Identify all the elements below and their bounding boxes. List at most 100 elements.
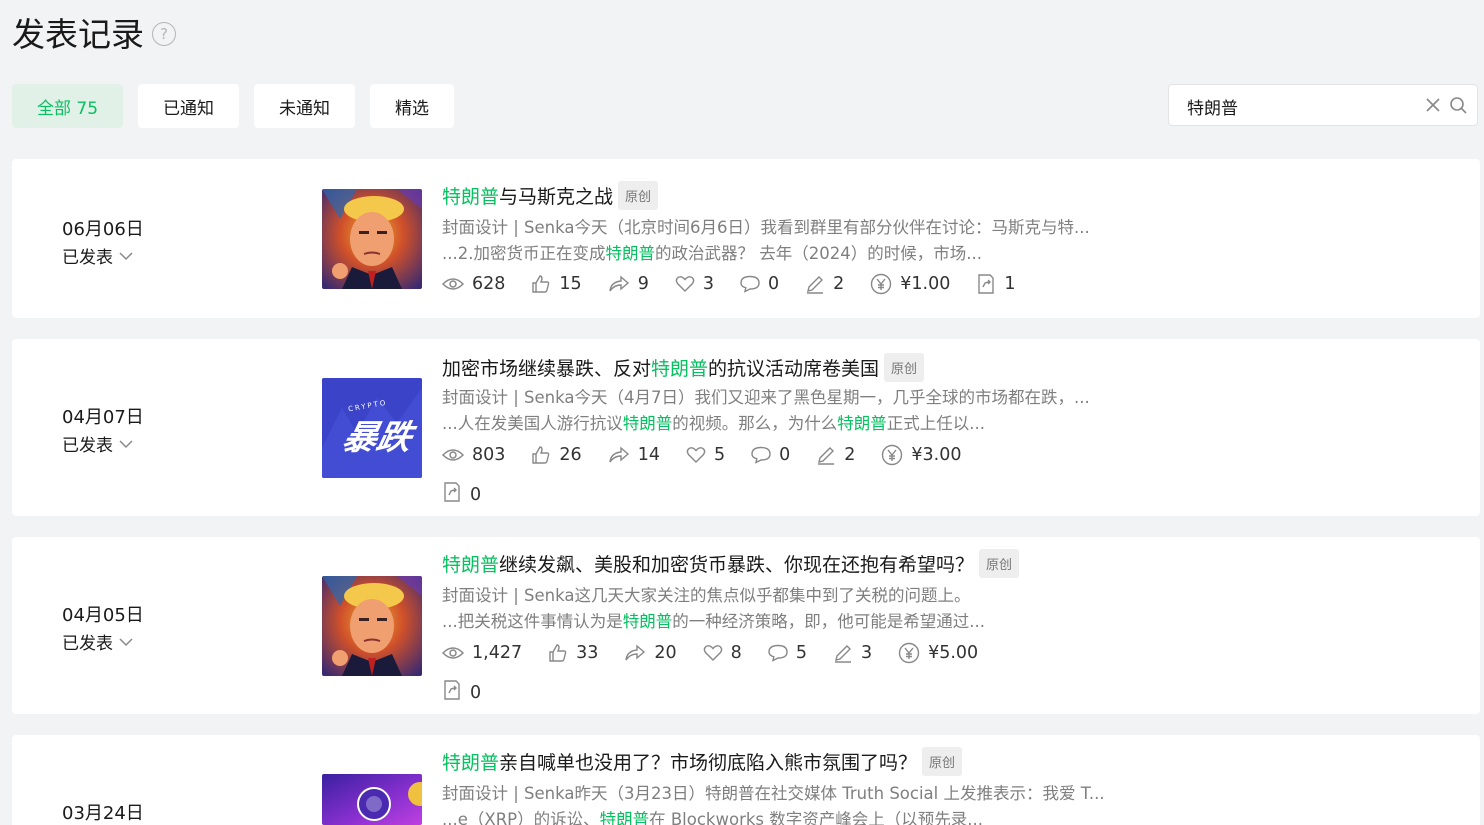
title-text: 加密市场继续暴跌、反对 — [442, 358, 652, 380]
share-arrow-icon — [608, 275, 630, 293]
title-highlight: 特朗普 — [442, 752, 500, 774]
post-summary-line: ...把关税这件事情认为是特朗普的一种经济策略，即，他可能是希望通过... — [442, 608, 1132, 632]
search-icon[interactable] — [1449, 96, 1468, 119]
favorites-count: 8 — [730, 643, 742, 663]
search-box — [1168, 84, 1478, 126]
pencil-icon — [816, 445, 836, 465]
title-highlight: 特朗普 — [442, 554, 500, 576]
stat-reposts: 1 — [976, 273, 1016, 295]
comments-count: 0 — [767, 274, 780, 294]
post-status-dropdown[interactable]: 已发表 — [62, 629, 133, 654]
original-badge: 原创 — [884, 353, 925, 382]
summary-highlight: 特朗普 — [622, 612, 673, 631]
post-cover-image[interactable]: CRYPTO 暴跌 — [322, 378, 422, 478]
stat-reward: ¥3.00 — [881, 444, 962, 466]
edits-count: 2 — [833, 274, 845, 294]
likes-count: 33 — [576, 643, 599, 663]
comments-count: 0 — [779, 445, 791, 465]
reward-amount: ¥5.00 — [928, 643, 979, 663]
summary-text: 正式上任以... — [886, 414, 985, 433]
reward-amount: ¥1.00 — [900, 274, 951, 294]
eye-icon — [442, 276, 464, 292]
post-cover-image[interactable] — [322, 774, 422, 825]
edits-count: 3 — [860, 643, 873, 663]
page-title: 发表记录 ? — [12, 8, 176, 56]
reward-amount: ¥3.00 — [911, 445, 962, 465]
post-card: 06月06日 已发表 特朗普 与马斯克之战 原创 封面设计 | Senka今天（北京… — [12, 159, 1480, 318]
post-summary-line: 封面设计 | Senka今天（北京时间6月6日）我看到群里有部分伙伴在讨论：马斯… — [442, 218, 1090, 237]
comment-icon — [768, 644, 788, 662]
summary-text: 的政治武器？ 去年（2024）的时候，市场... — [654, 244, 982, 263]
title-text: 与马斯克之战 — [499, 186, 614, 208]
likes-count: 26 — [559, 445, 582, 465]
post-summary-line: 封面设计 | Senka这几天大家关注的焦点似乎都集中到了关税的问题上。 — [442, 586, 971, 605]
search-input[interactable] — [1187, 93, 1407, 119]
stat-likes: 15 — [531, 274, 582, 294]
stat-favorites: 8 — [703, 643, 742, 663]
stat-views: 628 — [442, 274, 505, 294]
stat-edits: 3 — [833, 643, 872, 663]
views-count: 628 — [472, 274, 506, 294]
stat-likes: 26 — [531, 445, 582, 465]
yen-coin-icon — [881, 444, 903, 466]
repost-icon — [976, 273, 996, 295]
post-status-dropdown[interactable]: 已发表 — [62, 431, 133, 456]
page-title-text: 发表记录 — [12, 15, 144, 54]
yen-coin-icon — [870, 273, 892, 295]
post-cover-image[interactable] — [322, 189, 422, 289]
post-summary-line: 封面设计 | Senka今天（4月7日）我们又迎来了黑色星期一，几乎全球的市场都… — [442, 388, 1090, 407]
thumbs-up-icon — [531, 274, 551, 294]
stat-comments: 0 — [751, 445, 790, 465]
stat-favorites: 5 — [686, 445, 725, 465]
filter-not-notified[interactable]: 未通知 — [254, 84, 356, 128]
post-title[interactable]: 特朗普 继续发飙、美股和加密货币暴跌、你现在还抱有希望吗？ 原创 — [442, 549, 1020, 578]
post-title[interactable]: 加密市场继续暴跌、反对 特朗普 的抗议活动席卷美国 原创 — [442, 353, 925, 382]
stat-views: 803 — [442, 445, 505, 465]
post-status-label: 已发表 — [62, 436, 113, 456]
post-status-dropdown[interactable]: 已发表 — [62, 243, 133, 268]
comments-count: 5 — [795, 643, 807, 663]
shares-count: 20 — [654, 643, 677, 663]
comment-icon — [740, 275, 760, 293]
post-date: 03月24日 — [62, 803, 144, 824]
post-date: 06月06日 — [62, 219, 144, 240]
repost-icon — [442, 679, 462, 706]
post-card: 04月05日 已发表 特朗普 继续发飙、美股和加密货币暴跌、你现在还抱有希望吗？原… — [12, 537, 1480, 714]
post-summary-line: ...e（XRP）的诉讼、特朗普在 Blockworks 数字资产峰会上（以预先… — [442, 806, 1132, 825]
post-summary-line: ...2.加密货币正在变成特朗普的政治武器？ 去年（2024）的时候，市场... — [442, 240, 1132, 264]
post-title[interactable]: 特朗普 亲自喊单也没用了？市场彻底陷入熊市氛围了吗？ 原创 — [442, 747, 963, 776]
stat-favorites: 3 — [675, 274, 714, 294]
summary-highlight: 特朗普 — [622, 414, 673, 433]
heart-icon — [686, 446, 706, 464]
post-title[interactable]: 特朗普 与马斯克之战 原创 — [442, 181, 659, 210]
original-badge: 原创 — [979, 549, 1020, 578]
shares-count: 14 — [637, 445, 660, 465]
favorites-count: 5 — [713, 445, 726, 465]
chevron-down-icon — [119, 434, 133, 454]
post-status-label: 已发表 — [62, 248, 113, 268]
post-date: 04月07日 — [62, 407, 144, 428]
summary-text: 的一种经济策略，即，他可能是希望通过... — [672, 612, 985, 631]
stat-likes: 33 — [548, 643, 598, 663]
summary-text: ...把关税这件事情认为是 — [442, 612, 623, 631]
filter-all[interactable]: 全部 75 — [12, 84, 124, 128]
summary-text: ...e（XRP）的诉讼、 — [442, 810, 600, 825]
stat-shares: 20 — [624, 643, 677, 663]
original-badge: 原创 — [922, 747, 963, 776]
stat-reposts: 0 — [442, 481, 481, 508]
filter-featured[interactable]: 精选 — [370, 84, 455, 128]
stat-shares: 9 — [608, 274, 649, 294]
clear-search-icon[interactable] — [1425, 97, 1441, 117]
stat-reward: ¥5.00 — [898, 642, 978, 664]
summary-text: 的视频。那么，为什么 — [672, 414, 838, 433]
stat-shares: 14 — [608, 445, 660, 465]
heart-icon — [703, 644, 723, 662]
post-cover-image[interactable] — [322, 576, 422, 676]
cover-main-text: 暴跌 — [339, 418, 416, 458]
stat-reward: ¥1.00 — [870, 273, 950, 295]
post-summary-line: ...人在发美国人游行抗议特朗普的视频。那么，为什么特朗普正式上任以... — [442, 410, 1132, 434]
filter-notified[interactable]: 已通知 — [138, 84, 240, 128]
filter-tabs: 全部 75 已通知 未通知 精选 — [12, 84, 455, 128]
help-icon[interactable]: ? — [152, 22, 176, 46]
stat-comments: 5 — [768, 643, 807, 663]
